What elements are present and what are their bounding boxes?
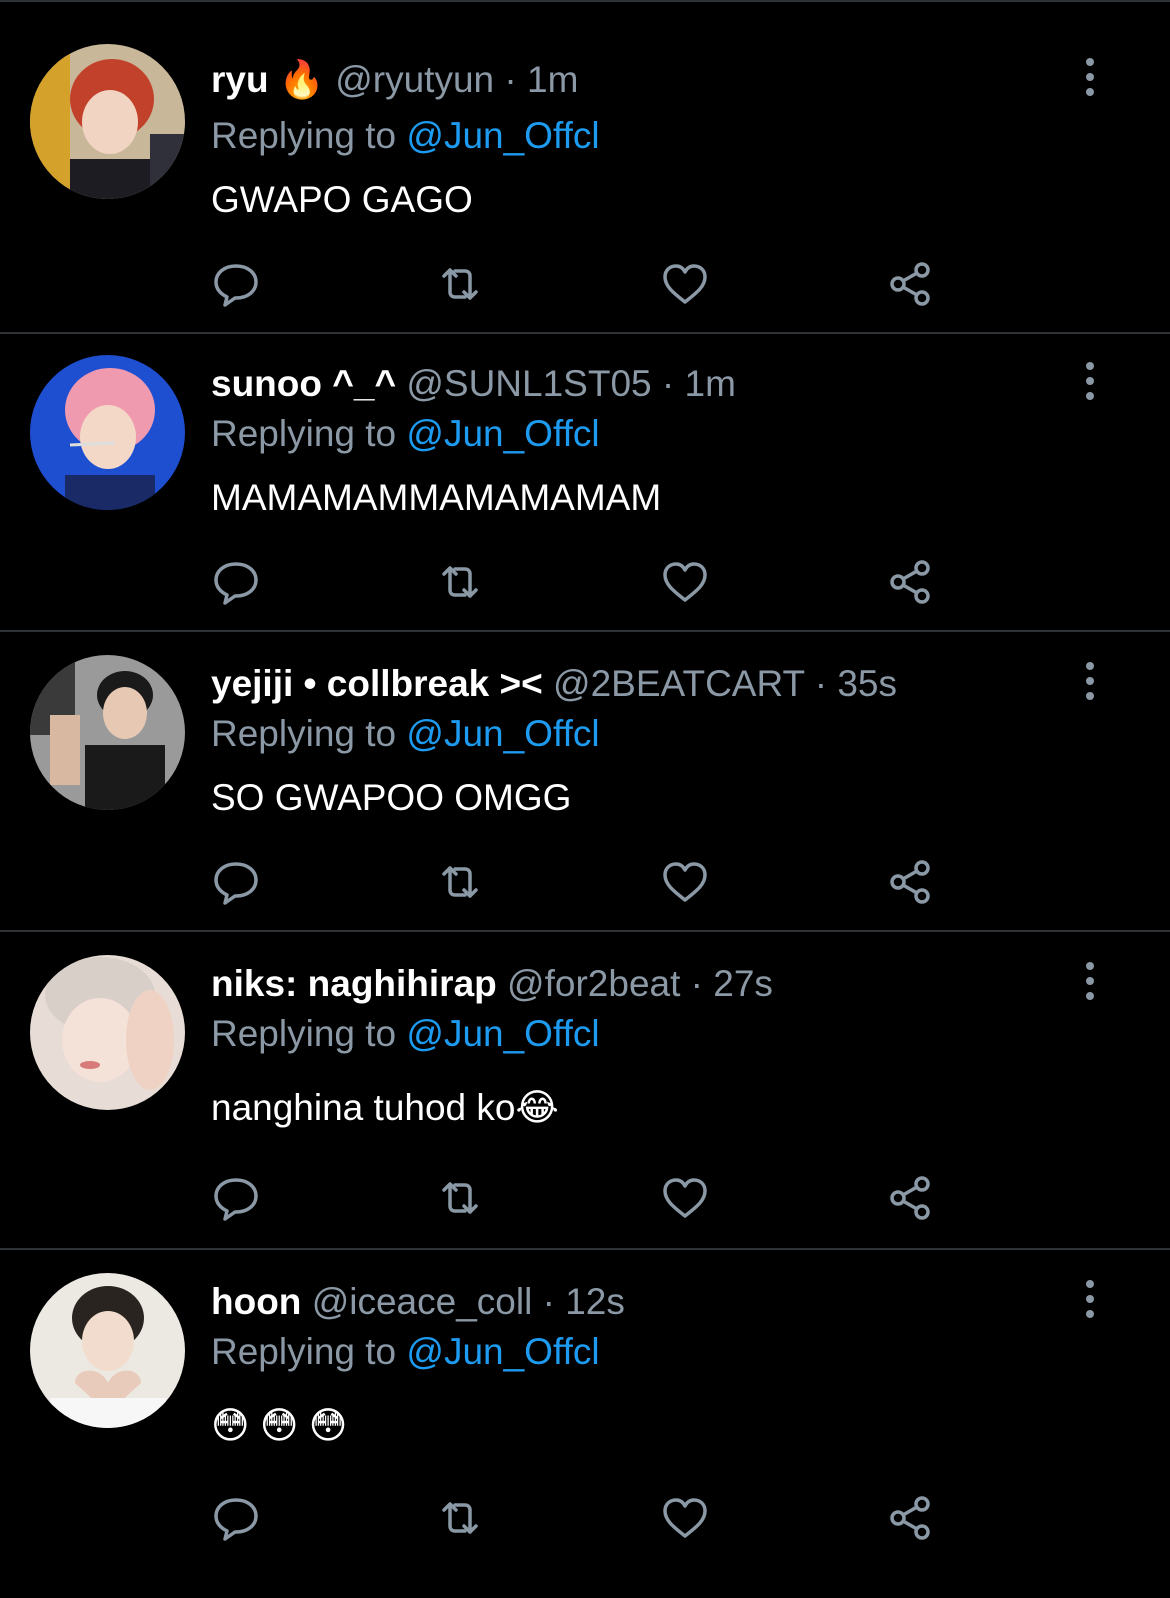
user-handle[interactable]: @iceace_coll	[312, 1281, 533, 1322]
tweet-text: GWAPO GAGO	[211, 179, 473, 220]
share-icon[interactable]	[882, 1170, 938, 1226]
replying-to-link[interactable]: @Jun_Offcl	[406, 1331, 599, 1372]
more-options-icon[interactable]	[1080, 58, 1100, 98]
share-icon[interactable]	[882, 554, 938, 610]
separator-dot: ·	[661, 363, 675, 404]
reply-icon[interactable]	[208, 854, 264, 910]
share-icon[interactable]	[882, 1490, 938, 1546]
replying-to-link[interactable]: @Jun_Offcl	[406, 713, 599, 754]
replying-to-link[interactable]: @Jun_Offcl	[406, 413, 599, 454]
avatar-image	[30, 655, 185, 810]
more-options-icon[interactable]	[1080, 1280, 1100, 1320]
more-options-icon[interactable]	[1080, 662, 1100, 702]
like-icon[interactable]	[657, 554, 713, 610]
replying-to-link[interactable]: @Jun_Offcl	[406, 1013, 599, 1054]
tweet[interactable]: niks: naghihirap @for2beat · 27s Replyin…	[0, 932, 1170, 1250]
like-icon[interactable]	[657, 854, 713, 910]
avatar[interactable]	[30, 355, 185, 510]
retweet-icon[interactable]	[432, 854, 488, 910]
share-icon[interactable]	[882, 854, 938, 910]
replying-label: Replying to	[211, 413, 397, 454]
avatar[interactable]	[30, 44, 185, 199]
user-handle[interactable]: @2BEATCART	[553, 663, 804, 704]
retweet-icon[interactable]	[432, 554, 488, 610]
separator-dot: ·	[542, 1281, 555, 1322]
avatar[interactable]	[30, 655, 185, 810]
replying-label: Replying to	[211, 1013, 397, 1054]
more-options-icon[interactable]	[1080, 362, 1100, 402]
retweet-icon[interactable]	[432, 1490, 488, 1546]
tweet-actions	[0, 256, 1170, 312]
user-handle[interactable]: @for2beat	[507, 963, 680, 1004]
avatar-image	[30, 355, 185, 510]
replying-label: Replying to	[211, 713, 397, 754]
tweet-actions	[0, 1170, 1170, 1226]
tweet-text: nanghina tuhod ko😂	[211, 1087, 559, 1128]
user-handle[interactable]: @ryutyun	[335, 59, 494, 100]
replying-label: Replying to	[211, 115, 397, 156]
tweet-actions	[0, 1490, 1170, 1546]
timestamp[interactable]: 1m	[685, 363, 736, 404]
timestamp[interactable]: 12s	[565, 1281, 625, 1322]
more-options-icon[interactable]	[1080, 962, 1100, 1002]
retweet-icon[interactable]	[432, 1170, 488, 1226]
like-icon[interactable]	[657, 1490, 713, 1546]
retweet-icon[interactable]	[432, 256, 488, 312]
tweet-actions	[0, 854, 1170, 910]
display-name[interactable]: ryu 🔥	[211, 59, 325, 100]
separator-dot: ·	[504, 59, 517, 100]
display-name[interactable]: hoon	[211, 1281, 301, 1322]
avatar[interactable]	[30, 1273, 185, 1428]
avatar-image	[30, 44, 185, 199]
display-name[interactable]: sunoo ^_^	[211, 363, 396, 404]
tweet[interactable]: sunoo ^_^ @SUNL1ST05 · 1m Replying to @J…	[0, 332, 1170, 632]
like-icon[interactable]	[657, 256, 713, 312]
tweet[interactable]: hoon @iceace_coll · 12s Replying to @Jun…	[0, 1250, 1170, 1596]
tweet-text: 😳 😳 😳	[211, 1405, 348, 1446]
reply-icon[interactable]	[208, 554, 264, 610]
avatar[interactable]	[30, 955, 185, 1110]
reply-icon[interactable]	[208, 1170, 264, 1226]
reply-icon[interactable]	[208, 256, 264, 312]
avatar-image	[30, 1273, 185, 1428]
separator-dot: ·	[814, 663, 828, 704]
tweet[interactable]: yejiji • collbreak >< @2BEATCART · 35s R…	[0, 632, 1170, 932]
like-icon[interactable]	[657, 1170, 713, 1226]
replying-label: Replying to	[211, 1331, 397, 1372]
reply-icon[interactable]	[208, 1490, 264, 1546]
separator-dot: ·	[690, 963, 703, 1004]
tweet-text: SO GWAPOO OMGG	[211, 777, 572, 818]
timestamp[interactable]: 1m	[527, 59, 578, 100]
timestamp[interactable]: 27s	[713, 963, 773, 1004]
reply-feed: ryu 🔥 @ryutyun · 1m Replying to @Jun_Off…	[0, 0, 1170, 1598]
tweet-text: MAMAMAMMAMAMAMAM	[211, 477, 662, 518]
tweet[interactable]: ryu 🔥 @ryutyun · 1m Replying to @Jun_Off…	[0, 0, 1170, 334]
replying-to-link[interactable]: @Jun_Offcl	[406, 115, 599, 156]
share-icon[interactable]	[882, 256, 938, 312]
timestamp[interactable]: 35s	[837, 663, 897, 704]
avatar-image	[30, 955, 185, 1110]
tweet-actions	[0, 554, 1170, 610]
display-name[interactable]: yejiji • collbreak ><	[211, 663, 543, 704]
display-name[interactable]: niks: naghihirap	[211, 963, 497, 1004]
user-handle[interactable]: @SUNL1ST05	[406, 363, 651, 404]
